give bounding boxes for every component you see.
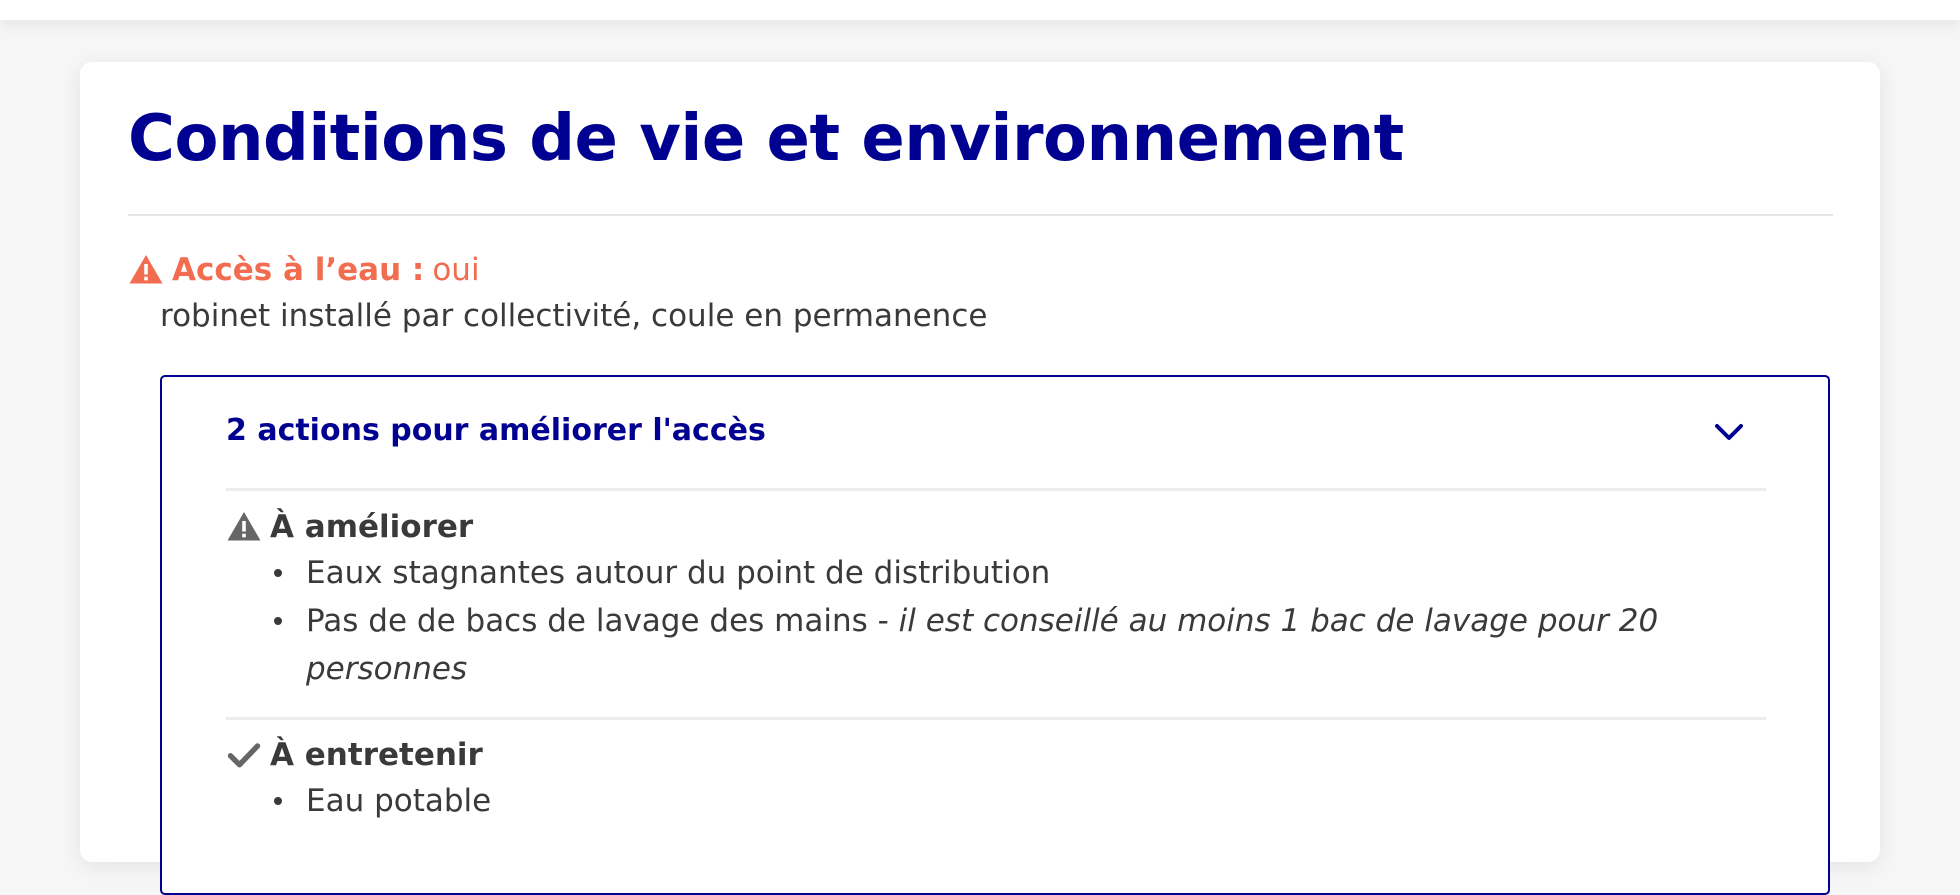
to-improve-label: À améliorer xyxy=(270,509,474,545)
to-improve-list: Eaux stagnantes autour du point de distr… xyxy=(226,549,1766,693)
list-item-text: Eau potable xyxy=(306,783,492,819)
chevron-down-icon[interactable] xyxy=(1712,417,1746,447)
to-maintain-label: À entretenir xyxy=(270,737,483,773)
to-maintain-heading: À entretenir xyxy=(226,737,483,773)
water-access-label: Accès à l’eau : xyxy=(172,252,425,288)
accordion-title: 2 actions pour améliorer l'accès xyxy=(226,413,766,448)
warning-icon xyxy=(226,509,262,545)
water-access-row: Accès à l’eau : oui xyxy=(128,252,480,288)
section-title: Conditions de vie et environnement xyxy=(128,102,1404,176)
list-item: Eaux stagnantes autour du point de distr… xyxy=(274,549,1766,597)
list-item: Pas de de bacs de lavage des mains - il … xyxy=(274,597,1766,693)
list-item-text: Pas de de bacs de lavage des mains - xyxy=(306,603,899,639)
list-item: Eau potable xyxy=(274,777,1766,825)
top-bar xyxy=(0,0,1960,20)
title-divider xyxy=(128,214,1833,216)
water-access-detail: robinet installé par collectivité, coule… xyxy=(160,298,988,334)
accordion-divider xyxy=(226,717,1766,720)
water-access-value: oui xyxy=(432,252,480,288)
list-item-text: Eaux stagnantes autour du point de distr… xyxy=(306,555,1051,591)
accordion-toggle[interactable]: 2 actions pour améliorer l'accès xyxy=(226,413,1766,453)
warning-icon xyxy=(128,252,164,288)
improvement-actions-accordion: 2 actions pour améliorer l'accès À améli… xyxy=(160,375,1830,895)
living-conditions-card: Conditions de vie et environnement Accès… xyxy=(80,62,1880,895)
accordion-divider xyxy=(226,488,1766,491)
to-improve-heading: À améliorer xyxy=(226,509,473,545)
check-icon xyxy=(226,737,262,773)
to-maintain-list: Eau potable xyxy=(226,777,1766,825)
